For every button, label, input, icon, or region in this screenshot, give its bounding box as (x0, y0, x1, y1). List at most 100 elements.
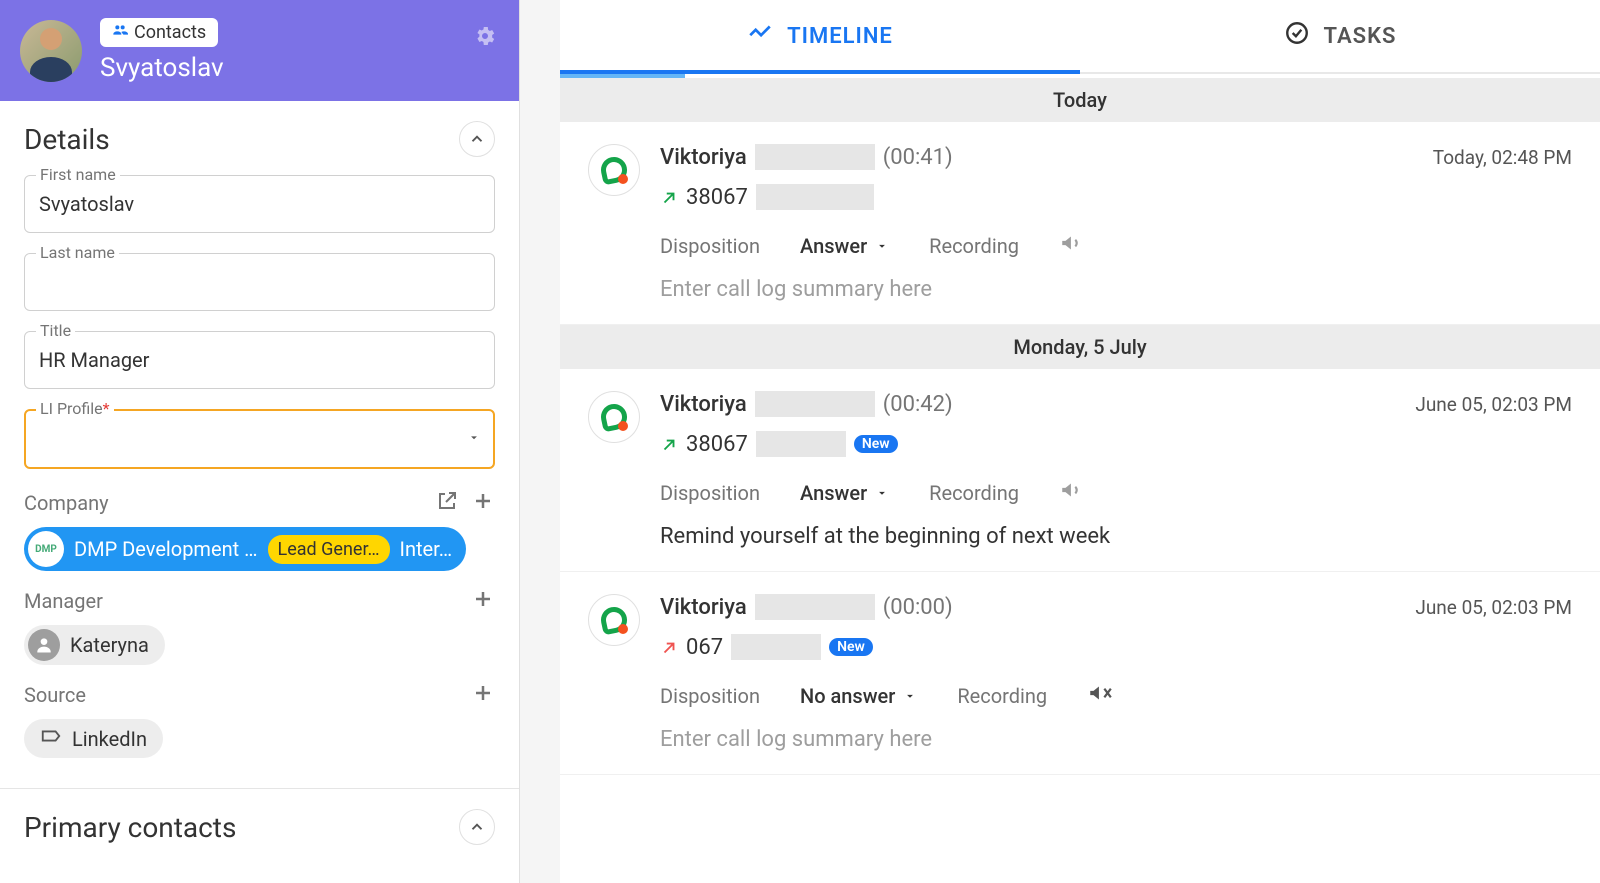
company-name: DMP Development … (74, 537, 258, 561)
redacted-phone (756, 431, 846, 457)
company-logo: DMP (28, 531, 64, 567)
person-icon (28, 629, 60, 661)
li-profile-field: LI Profile* (24, 409, 495, 469)
manager-label: Manager (24, 589, 103, 613)
tab-timeline[interactable]: TIMELINE (560, 0, 1080, 72)
plus-icon[interactable] (471, 681, 495, 709)
timeline-entry: Viktoriya (00:00) June 05, 02:03 PM 067 … (560, 572, 1600, 775)
disposition-dropdown[interactable]: No answer (800, 684, 917, 708)
arrow-outgoing-icon (660, 188, 678, 206)
li-profile-label: LI Profile* (36, 399, 114, 418)
title-field: Title (24, 331, 495, 389)
contacts-label: Contacts (134, 22, 206, 43)
main-panel: TIMELINE TASKS Today Viktoriya (00:41) (560, 0, 1600, 883)
contact-header: Contacts Svyatoslav (0, 0, 519, 101)
company-extra: Inter… (400, 537, 453, 561)
recording-label: Recording (957, 684, 1047, 708)
entry-date: Today, 02:48 PM (1433, 146, 1572, 169)
disposition-dropdown[interactable]: Answer (800, 234, 889, 258)
first-name-label: First name (36, 165, 120, 184)
call-summary-input[interactable]: Enter call log summary here (660, 727, 1572, 752)
arrow-missed-icon (660, 638, 678, 656)
disposition-label: Disposition (660, 234, 760, 258)
people-icon (112, 22, 128, 43)
redacted-phone (731, 634, 821, 660)
chevron-up-icon[interactable] (459, 121, 495, 157)
timeline-entry: Viktoriya (00:42) June 05, 02:03 PM 3806… (560, 369, 1600, 572)
divider (0, 788, 519, 789)
li-profile-input[interactable] (24, 409, 495, 469)
date-separator: Monday, 5 July (560, 325, 1600, 369)
company-actions (435, 489, 495, 517)
plus-icon[interactable] (471, 489, 495, 517)
entry-date: June 05, 02:03 PM (1415, 596, 1572, 619)
speaker-icon[interactable] (1059, 230, 1085, 261)
entry-phone[interactable]: 067 New (660, 634, 1572, 660)
title-label: Title (36, 321, 75, 340)
gear-icon[interactable] (473, 24, 497, 52)
source-chip[interactable]: LinkedIn (24, 719, 163, 758)
entry-duration: (00:42) (883, 392, 953, 417)
activity-icon (747, 20, 773, 52)
entry-phone[interactable]: 38067 New (660, 431, 1572, 457)
header-text: Contacts Svyatoslav (100, 18, 224, 83)
entry-meta: Disposition No answer Recording (660, 680, 1572, 711)
recording-label: Recording (929, 234, 1019, 258)
chevron-up-icon[interactable] (459, 809, 495, 845)
redacted-name (755, 594, 875, 620)
tab-tasks[interactable]: TASKS (1080, 0, 1600, 72)
entry-caller: Viktoriya (00:42) (660, 391, 953, 417)
details-section-head: Details (24, 121, 495, 157)
call-summary-input[interactable]: Enter call log summary here (660, 277, 1572, 302)
tabs: TIMELINE TASKS (560, 0, 1600, 74)
sidebar: Contacts Svyatoslav Details First name L… (0, 0, 520, 883)
timeline-entry: Viktoriya (00:41) Today, 02:48 PM 38067 … (560, 122, 1600, 325)
entry-duration: (00:41) (883, 145, 953, 170)
disposition-label: Disposition (660, 684, 760, 708)
manager-name: Kateryna (70, 633, 149, 657)
plus-icon[interactable] (471, 587, 495, 615)
last-name-label: Last name (36, 243, 119, 262)
entry-phone[interactable]: 38067 (660, 184, 1572, 210)
tag-icon (40, 725, 62, 752)
tab-underline (560, 70, 1080, 74)
ringcentral-icon (588, 144, 640, 196)
details-title: Details (24, 123, 110, 156)
speaker-muted-icon[interactable] (1087, 680, 1113, 711)
contacts-chip[interactable]: Contacts (100, 18, 218, 47)
primary-contacts-title: Primary contacts (24, 811, 236, 844)
caret-down-icon (903, 689, 917, 703)
caret-down-icon (875, 239, 889, 253)
entry-phone-number: 38067 (686, 185, 748, 210)
tab-timeline-label: TIMELINE (787, 24, 893, 49)
last-name-field: Last name (24, 253, 495, 311)
redacted-phone (756, 184, 874, 210)
details-scroll: Details First name Last name Title LI Pr… (0, 101, 519, 883)
entry-duration: (00:00) (883, 595, 953, 620)
caret-down-icon (875, 486, 889, 500)
avatar[interactable] (20, 20, 82, 82)
call-summary-text[interactable]: Remind yourself at the beginning of next… (660, 524, 1572, 549)
entry-caller: Viktoriya (00:00) (660, 594, 953, 620)
source-row: Source (24, 681, 495, 709)
contact-name: Svyatoslav (100, 53, 224, 83)
entry-date: June 05, 02:03 PM (1415, 393, 1572, 416)
recording-label: Recording (929, 481, 1019, 505)
title-input[interactable] (24, 331, 495, 389)
source-value: LinkedIn (72, 727, 147, 751)
arrow-outgoing-icon (660, 435, 678, 453)
new-badge: New (829, 638, 873, 656)
entry-meta: Disposition Answer Recording (660, 477, 1572, 508)
source-label: Source (24, 683, 86, 707)
entry-phone-number: 38067 (686, 432, 748, 457)
speaker-icon[interactable] (1059, 477, 1085, 508)
entry-meta: Disposition Answer Recording (660, 230, 1572, 261)
ringcentral-icon (588, 594, 640, 646)
disposition-dropdown[interactable]: Answer (800, 481, 889, 505)
disposition-label: Disposition (660, 481, 760, 505)
manager-chip[interactable]: Kateryna (24, 625, 165, 665)
manager-row: Manager (24, 587, 495, 615)
company-chip[interactable]: DMP DMP Development … Lead Gener… Inter… (24, 527, 466, 571)
open-external-icon[interactable] (435, 489, 459, 517)
new-badge: New (854, 435, 898, 453)
